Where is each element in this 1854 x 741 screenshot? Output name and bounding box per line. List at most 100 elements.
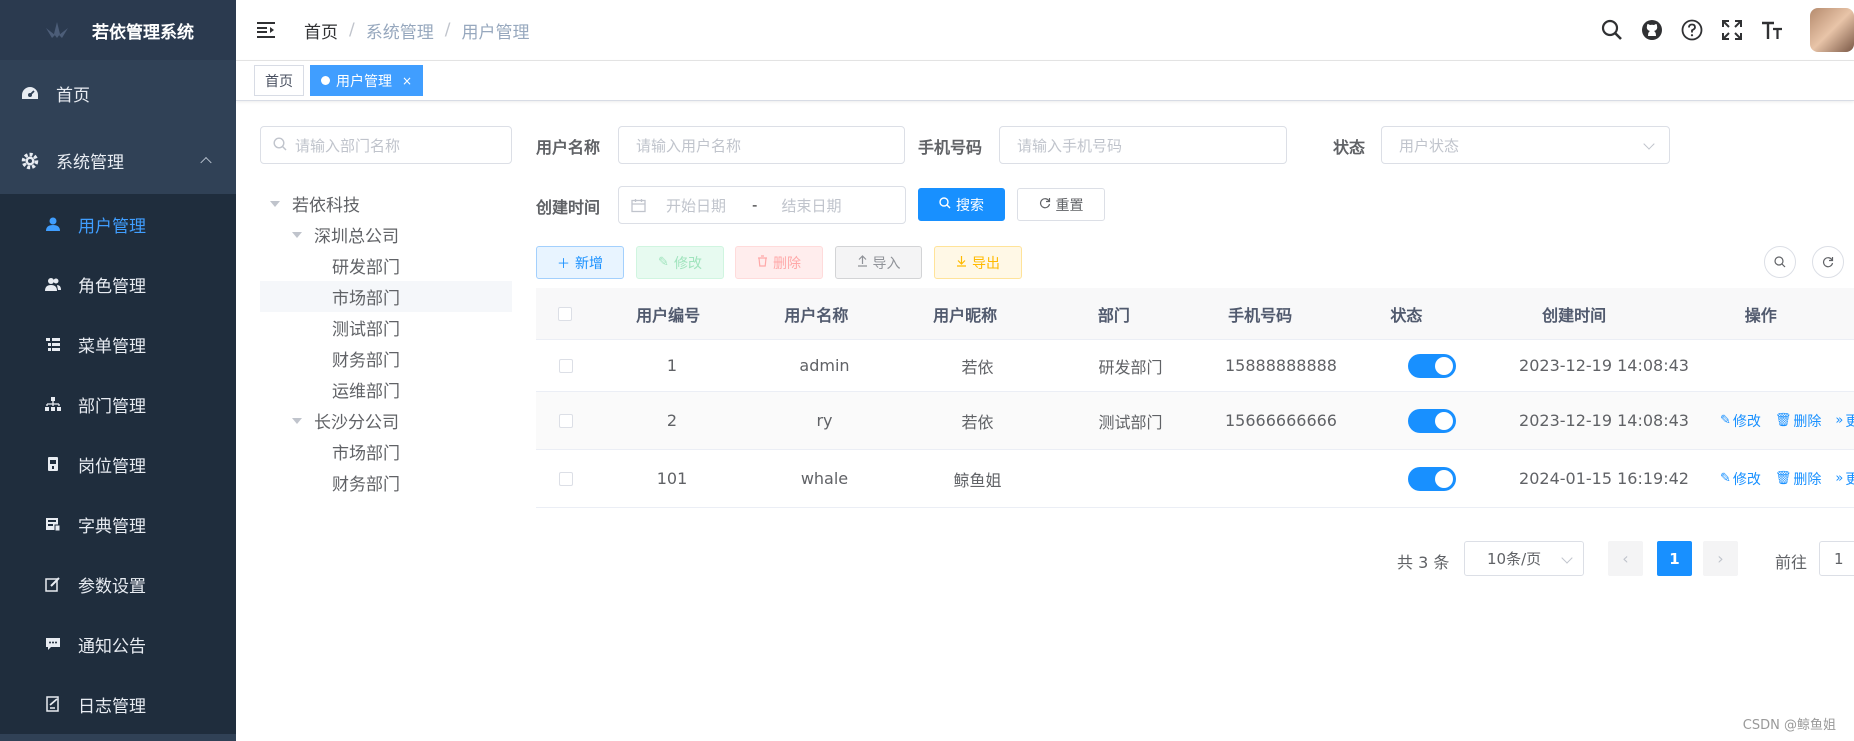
table-row[interactable]: 2 ry 若依 测试部门 15666666666 2023-12-19 14:0… [536, 392, 1854, 450]
row-checkbox[interactable] [559, 413, 573, 428]
table-row[interactable]: 101 whale 鲸鱼姐 2024-01-15 16:19:42 ✎ 修改 🗑… [536, 450, 1854, 508]
op-label: 删除 [1793, 413, 1822, 430]
message-icon [44, 635, 62, 653]
caret-down-icon[interactable] [292, 231, 302, 238]
tree-node[interactable]: 测试部门 [260, 312, 512, 343]
row-more-link[interactable]: » 更 [1835, 411, 1854, 431]
question-icon[interactable] [1680, 18, 1704, 42]
date-range-picker[interactable]: 开始日期 - 结束日期 [618, 186, 906, 224]
page-number-current[interactable]: 1 [1657, 541, 1692, 576]
chevron-down-icon [1561, 552, 1573, 564]
row-delete-link[interactable]: 🗑︎ 删除 [1775, 469, 1822, 489]
tree-node[interactable]: 运维部门 [260, 374, 512, 405]
row-edit-link[interactable]: ✎ 修改 [1720, 469, 1761, 489]
caret-down-icon[interactable] [292, 417, 302, 424]
avatar[interactable] [1810, 8, 1854, 52]
breadcrumb-separator: / [444, 20, 451, 40]
tree-table-icon [44, 335, 62, 353]
fullscreen-icon[interactable] [1720, 18, 1744, 42]
row-delete-link[interactable]: 🗑︎ 删除 [1775, 411, 1822, 431]
range-separator: - [752, 196, 758, 214]
sidebar-item-dict[interactable]: 字典管理 [0, 494, 236, 554]
goto-page-input[interactable]: 1 [1819, 541, 1854, 576]
status-switch[interactable] [1407, 466, 1456, 491]
column-header[interactable]: 创建时间 [1481, 302, 1668, 326]
sidebar-item-posts[interactable]: 岗位管理 [0, 434, 236, 494]
column-header[interactable]: 用户昵称 [891, 302, 1040, 326]
cell-created: 2023-12-19 14:08:43 [1519, 356, 1689, 375]
add-button[interactable]: ＋ 新增 [536, 246, 624, 279]
page-size-select[interactable]: 10条/页 [1464, 541, 1584, 576]
tree-node[interactable]: 市场部门 [260, 436, 512, 467]
username-input[interactable]: 请输入用户名称 [618, 126, 905, 164]
tree-node[interactable]: 深圳总公司 [260, 219, 512, 250]
sidebar-item-home[interactable]: 首页 [0, 60, 236, 127]
add-button-label: 新增 [575, 255, 603, 272]
logo[interactable]: 若依管理系统 [0, 0, 236, 60]
tree-node[interactable]: 研发部门 [260, 250, 512, 281]
reset-button[interactable]: 重置 [1017, 188, 1105, 221]
prev-page-button[interactable]: ‹ [1608, 541, 1643, 576]
dept-search-input[interactable]: 请输入部门名称 [260, 126, 512, 164]
sidebar-item-label: 通知公告 [78, 636, 146, 657]
column-header[interactable]: 手机号码 [1188, 302, 1332, 326]
github-icon[interactable] [1640, 18, 1664, 42]
status-switch[interactable] [1407, 353, 1456, 378]
row-select-cell [536, 471, 596, 486]
tag-users[interactable]: 用户管理 × [310, 65, 424, 96]
refresh-icon [1039, 197, 1051, 213]
status-switch[interactable] [1407, 408, 1456, 433]
status-select[interactable]: 用户状态 [1381, 126, 1670, 164]
row-more-link[interactable]: » 更 [1835, 469, 1854, 489]
chevron-down-icon [1643, 138, 1655, 150]
row-checkbox[interactable] [559, 358, 573, 373]
breadcrumb-home[interactable]: 首页 [304, 18, 338, 43]
search-button[interactable]: 搜索 [918, 188, 1005, 221]
tree-node[interactable]: 长沙分公司 [260, 405, 512, 436]
phone-input[interactable]: 请输入手机号码 [999, 126, 1287, 164]
row-checkbox[interactable] [559, 471, 573, 486]
sidebar-item-users[interactable]: 用户管理 [0, 194, 236, 254]
column-header[interactable]: 用户名称 [742, 302, 891, 326]
breadcrumb-users: 用户管理 [461, 22, 530, 43]
import-button[interactable]: 导入 [835, 246, 922, 279]
pager-total: 共 3 条 [1397, 553, 1450, 572]
cell-status [1355, 408, 1508, 433]
table-row[interactable]: 1 admin 若依 研发部门 15888888888 2023-12-19 1… [536, 340, 1854, 392]
plus-icon: ＋ [556, 257, 570, 272]
sidebar-item-menus[interactable]: 菜单管理 [0, 314, 236, 374]
tag-home[interactable]: 首页 [254, 65, 304, 96]
sidebar-item-config[interactable]: 参数设置 [0, 554, 236, 614]
goto-page-value: 1 [1834, 549, 1844, 568]
sidebar-item-roles[interactable]: 角色管理 [0, 254, 236, 314]
reset-button-label: 重置 [1055, 197, 1084, 214]
tree-node[interactable]: 财务部门 [260, 467, 512, 498]
sidebar-item-system[interactable]: 系统管理 [0, 127, 236, 194]
dashboard-icon [20, 84, 40, 104]
tree-node[interactable]: 若依科技 [260, 188, 512, 219]
sidebar-item-logs[interactable]: 日志管理 [0, 674, 236, 734]
column-header[interactable]: 用户编号 [594, 302, 742, 326]
refresh-table-button[interactable] [1812, 246, 1844, 278]
tree-node-label: 市场部门 [332, 444, 400, 464]
sidebar-item-depts[interactable]: 部门管理 [0, 374, 236, 434]
close-icon[interactable]: × [402, 74, 412, 88]
tree-node[interactable]: 市场部门 [260, 281, 512, 312]
row-edit-link[interactable]: ✎ 修改 [1720, 411, 1761, 431]
font-size-icon[interactable] [1760, 18, 1784, 42]
column-header[interactable]: 部门 [1039, 302, 1188, 326]
tree-node[interactable]: 财务部门 [260, 343, 512, 374]
next-page-button[interactable]: › [1703, 541, 1738, 576]
caret-down-icon[interactable] [270, 200, 280, 207]
export-button[interactable]: 导出 [934, 246, 1022, 279]
search-icon [939, 196, 951, 213]
toggle-search-button[interactable] [1764, 246, 1796, 278]
delete-button[interactable]: 删除 [735, 246, 823, 279]
sidebar-item-notice[interactable]: 通知公告 [0, 614, 236, 674]
search-icon[interactable] [1600, 18, 1624, 42]
select-all-checkbox[interactable] [558, 306, 573, 321]
column-header[interactable]: 操作 [1667, 302, 1854, 326]
edit-button[interactable]: ✎ 修改 [636, 246, 724, 279]
hamburger-icon[interactable] [256, 19, 278, 41]
column-header[interactable]: 状态 [1332, 302, 1481, 326]
